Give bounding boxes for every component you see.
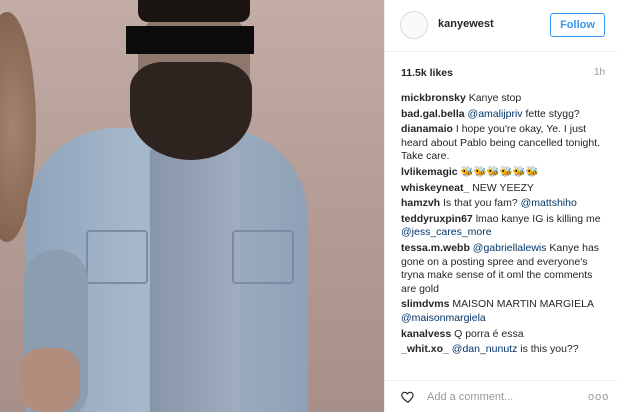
comments-panel: kanyewest Follow 11.5k likes 1h mickbron… <box>384 0 618 412</box>
post-time[interactable]: 1h <box>594 67 605 78</box>
comment: hamzvh Is that you fam? @mattshiho <box>401 197 609 211</box>
photo-beard <box>130 62 252 160</box>
comment-user[interactable]: tessa.m.webb <box>401 242 470 254</box>
comment: tessa.m.webb @gabriellalewis Kanye has g… <box>401 242 609 296</box>
comment-user[interactable]: dianamaio <box>401 123 453 135</box>
mention-link[interactable]: @maisonmargiela <box>401 312 486 324</box>
post-photo[interactable] <box>0 0 384 412</box>
photo-pocket <box>232 230 294 284</box>
comment: dianamaio I hope you're okay, Ye. I just… <box>401 123 609 164</box>
photo-censor-bar <box>126 26 254 54</box>
instagram-post: kanyewest Follow 11.5k likes 1h mickbron… <box>0 0 618 412</box>
photo-pocket <box>86 230 148 284</box>
comment-text: NEW YEEZY <box>469 181 534 194</box>
comment-user[interactable]: lvlikemagic <box>401 166 458 178</box>
comment: slimdvms MAISON MARTIN MARGIELA @maisonm… <box>401 298 609 325</box>
comment-text: @dan_nunutz is this you?? <box>451 343 579 356</box>
post-header: kanyewest Follow <box>385 0 618 52</box>
mention-link[interactable]: @dan_nunutz <box>452 343 518 355</box>
add-comment-input[interactable]: Add a comment... <box>427 391 513 403</box>
photo-shirt <box>150 150 240 412</box>
more-options-icon[interactable]: ooo <box>588 391 609 403</box>
avatar-icon[interactable] <box>400 11 428 39</box>
mention-link[interactable]: @amalijpriv <box>468 108 523 120</box>
comment-user[interactable]: whiskeyneat_ <box>401 182 469 194</box>
comments-list: mickbronsky Kanye stop bad.gal.bella @am… <box>401 92 609 359</box>
heart-icon[interactable] <box>401 390 415 404</box>
comment-user[interactable]: teddyruxpin67 <box>401 213 473 225</box>
comment-text: 🐝🐝🐝🐝🐝🐝 <box>457 165 539 178</box>
post-username[interactable]: kanyewest <box>438 18 494 30</box>
comment: bad.gal.bella @amalijpriv fette stygg? <box>401 108 609 122</box>
comment-user[interactable]: hamzvh <box>401 197 440 209</box>
mention-link[interactable]: @gabriellalewis <box>473 242 547 254</box>
post-meta: 11.5k likes 1h <box>385 52 618 86</box>
photo-cap <box>138 0 250 22</box>
photo-hand <box>20 348 80 412</box>
comment: teddyruxpin67 lmao kanye IG is killing m… <box>401 213 609 240</box>
mention-link[interactable]: @jess_cares_more <box>401 226 492 238</box>
comment: _whit.xo_ @dan_nunutz is this you?? <box>401 343 609 357</box>
comment: whiskeyneat_ NEW YEEZY <box>401 182 609 196</box>
mention-link[interactable]: @mattshiho <box>521 197 577 209</box>
add-comment-row: Add a comment... ooo <box>385 380 618 412</box>
comment-text: Kanye stop <box>465 92 522 104</box>
follow-button[interactable]: Follow <box>550 13 605 37</box>
comment: kanalvess Q porra é essa <box>401 328 609 342</box>
comment-user[interactable]: slimdvms <box>401 298 449 310</box>
comment-text: Is that you fam? @mattshiho <box>440 197 577 210</box>
comment-user[interactable]: kanalvess <box>401 328 451 340</box>
comment-user[interactable]: _whit.xo_ <box>401 343 449 355</box>
comment: lvlikemagic 🐝🐝🐝🐝🐝🐝 <box>401 166 609 180</box>
comment-user[interactable]: bad.gal.bella <box>401 108 465 120</box>
comment-user[interactable]: mickbronsky <box>401 92 466 104</box>
comment-text: @amalijpriv fette stygg? <box>467 107 580 120</box>
comment: mickbronsky Kanye stop <box>401 92 609 106</box>
likes-count[interactable]: 11.5k likes <box>401 67 453 79</box>
comment-text: Q porra é essa <box>451 327 524 340</box>
